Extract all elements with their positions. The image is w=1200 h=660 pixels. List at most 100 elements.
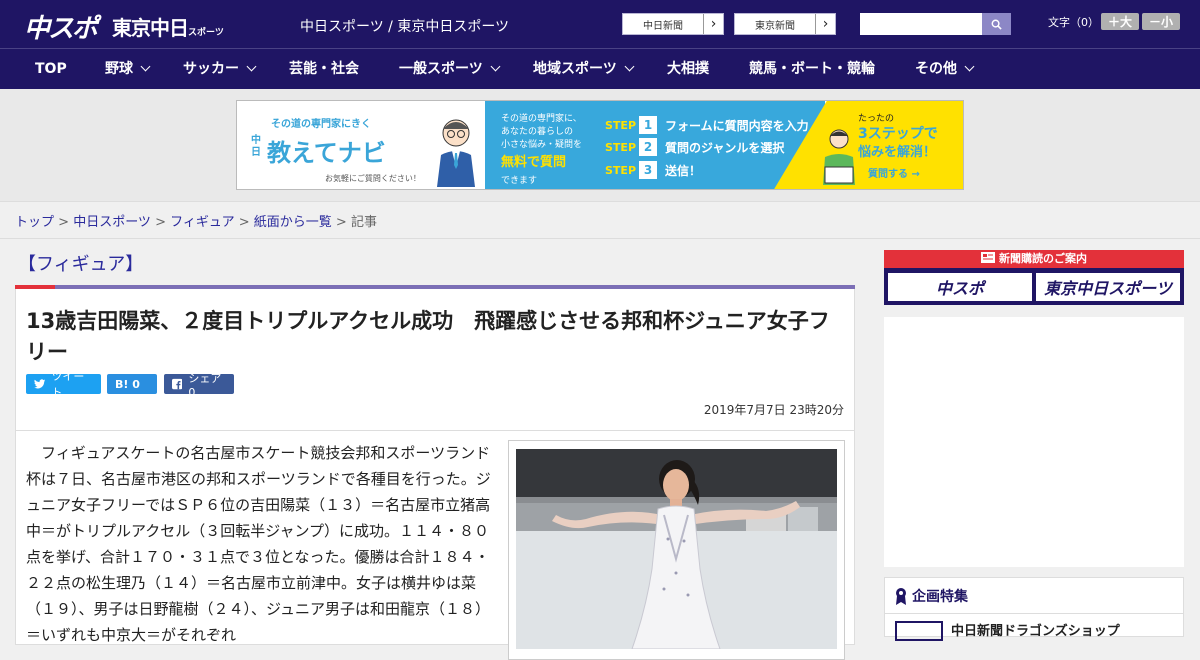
banner-brand-small: 中日 (251, 135, 261, 158)
banner-brand: 教えてナビ (267, 139, 386, 167)
article-photo-frame (508, 440, 845, 660)
step-text: 送信！ (665, 163, 702, 178)
font-larger-button[interactable]: ＋大 (1101, 13, 1139, 30)
banner-mid-line: 小さな悩み・疑問を (501, 140, 583, 150)
chevron-down-icon (624, 61, 635, 72)
tweet-button[interactable]: ツイート (26, 370, 101, 399)
subscription-heading: 新聞購読のご案内 (884, 250, 1184, 268)
feature-divider (885, 613, 1183, 614)
step-word: STEP (605, 140, 637, 154)
main-nav: TOP 野球 サッカー 芸能・社会 一般スポーツ 地域スポーツ 大相撲 競馬・ボ… (0, 48, 1200, 89)
hatena-bookmark-button[interactable]: B! 0 (107, 374, 157, 394)
nav-label: 芸能・社会 (289, 61, 359, 77)
nav-label: 野球 (105, 61, 133, 77)
nav-label: 地域スポーツ (533, 61, 617, 77)
figure-skater-image (516, 449, 837, 649)
article-date: 2019年7月7日 23時20分 (703, 403, 844, 417)
banner-right-line2: 3ステップで (858, 126, 938, 142)
category-title: 【フィギュア】 (18, 254, 144, 275)
chevron-down-icon (246, 61, 257, 72)
breadcrumb-sep: > (54, 215, 74, 230)
site-header: 中スポ 東京中日スポーツ 中日スポーツ / 東京中日スポーツ 中日新聞 › 東京… (0, 0, 1200, 48)
chevron-right-icon: › (703, 14, 723, 34)
banner-mid-tail: できます (501, 176, 538, 186)
nav-top[interactable]: TOP (35, 49, 67, 90)
feature-thumbnail[interactable] (895, 621, 943, 641)
chevron-down-icon (140, 61, 151, 72)
breadcrumb-current: 記事 (350, 215, 377, 230)
sidebar-ad-slot (884, 317, 1184, 567)
tokyo-shimbun-link[interactable]: 東京新聞 › (734, 13, 836, 35)
nav-other[interactable]: その他 (915, 49, 975, 90)
nav-sumo[interactable]: 大相撲 (667, 49, 709, 90)
nav-racing[interactable]: 競馬・ボート・競輪 (749, 49, 875, 90)
search-button[interactable] (982, 13, 1011, 35)
feature-title: 企画特集 (895, 586, 968, 606)
nav-label: 競馬・ボート・競輪 (749, 61, 875, 77)
nav-entertainment[interactable]: 芸能・社会 (289, 49, 359, 90)
chunichi-shimbun-link[interactable]: 中日新聞 › (622, 13, 724, 35)
feature-title-text: 企画特集 (912, 589, 968, 605)
article-top-border (15, 285, 855, 289)
breadcrumb-top[interactable]: トップ (15, 215, 54, 230)
step-word: STEP (605, 163, 637, 177)
step-number: 3 (639, 161, 657, 179)
facebook-icon (172, 378, 183, 390)
subscribe-chuspo-button[interactable]: 中スポ (888, 273, 1032, 301)
skater-photo[interactable] (516, 449, 837, 649)
article-body: フィギュアスケートの名古屋市スケート競技会邦和スポーツランド杯は７日、名古屋市港… (26, 444, 491, 644)
banner-left: その道の専門家にきく 中日 教えてナビ お気軽にご質問ください！ (237, 101, 485, 189)
banner-note: お気軽にご質問ください！ (325, 174, 421, 183)
breadcrumb-sep: > (331, 215, 351, 230)
banner-mid-highlight: 無料で質問 (501, 155, 567, 170)
chevron-down-icon (964, 61, 975, 72)
nav-general-sports[interactable]: 一般スポーツ (399, 49, 501, 90)
breadcrumb-chunichi-sports[interactable]: 中日スポーツ (73, 215, 151, 230)
step-text: 質問のジャンルを選択 (665, 140, 785, 155)
breadcrumb-figure[interactable]: フィギュア (170, 215, 234, 230)
newspaper-icon (981, 252, 995, 263)
nav-label: その他 (915, 61, 957, 77)
tokyo-shimbun-label: 東京新聞 (755, 20, 795, 32)
facebook-share-label: シェア 0 (188, 371, 222, 399)
breadcrumb-print-list[interactable]: 紙面から一覧 (254, 215, 332, 230)
banner-step: STEP 1 フォームに質問内容を入力 (605, 115, 809, 135)
nav-baseball[interactable]: 野球 (105, 49, 151, 90)
subscription-heading-text: 新聞購読のご案内 (999, 252, 1087, 265)
font-smaller-button[interactable]: －小 (1142, 13, 1180, 30)
chunichi-shimbun-label: 中日新聞 (643, 20, 683, 32)
tokyo-logo-small: スポーツ (188, 28, 224, 38)
nav-label: TOP (35, 61, 67, 77)
breadcrumb-sep: > (234, 215, 254, 230)
tweet-label: ツイート (51, 370, 85, 399)
banner-step: STEP 2 質問のジャンルを選択 (605, 137, 784, 157)
search-icon (991, 19, 1002, 30)
subscribe-tokyo-chunichi-button[interactable]: 東京中日スポーツ (1036, 273, 1180, 301)
step-text: フォームに質問内容を入力 (665, 118, 809, 133)
oshiete-navi-banner[interactable]: その道の専門家にきく 中日 教えてナビ お気軽にご質問ください！ その道の専門家… (236, 100, 964, 190)
chevron-right-icon: › (815, 14, 835, 34)
facebook-share-button[interactable]: シェア 0 (164, 372, 234, 399)
tokyo-chunichi-logo[interactable]: 東京中日スポーツ (112, 12, 224, 41)
banner-right-line3: 悩みを解消！ (858, 145, 937, 160)
article: 13歳吉田陽菜、２度目トリプルアクセル成功 飛躍感じさせる邦和杯ジュニア女子フリ… (15, 285, 855, 660)
article-divider (16, 430, 854, 431)
banner-tagline: その道の専門家にきく (271, 119, 371, 130)
site-names: 中日スポーツ / 東京中日スポーツ (300, 19, 510, 35)
ribbon-icon (896, 588, 906, 605)
chuspo-logo[interactable]: 中スポ (24, 8, 98, 45)
advisor-illustration-icon (437, 119, 475, 187)
banner-step: STEP 3 送信！ (605, 160, 701, 180)
nav-local-sports[interactable]: 地域スポーツ (533, 49, 635, 90)
banner-mid-line: あなたの暮らしの (501, 127, 574, 137)
banner-mid-line: その道の専門家に、 (501, 114, 582, 124)
user-laptop-illustration-icon (823, 129, 855, 185)
article-headline: 13歳吉田陽菜、２度目トリプルアクセル成功 飛躍感じさせる邦和杯ジュニア女子フリ… (26, 309, 830, 364)
nav-soccer[interactable]: サッカー (183, 49, 257, 90)
nav-label: サッカー (183, 61, 239, 77)
feature-box: 企画特集 中日新聞ドラゴンズショップ (884, 577, 1184, 641)
chevron-down-icon (490, 61, 501, 72)
step-number: 2 (639, 138, 657, 156)
search-input[interactable] (860, 13, 982, 35)
nav-label: 一般スポーツ (399, 61, 483, 77)
